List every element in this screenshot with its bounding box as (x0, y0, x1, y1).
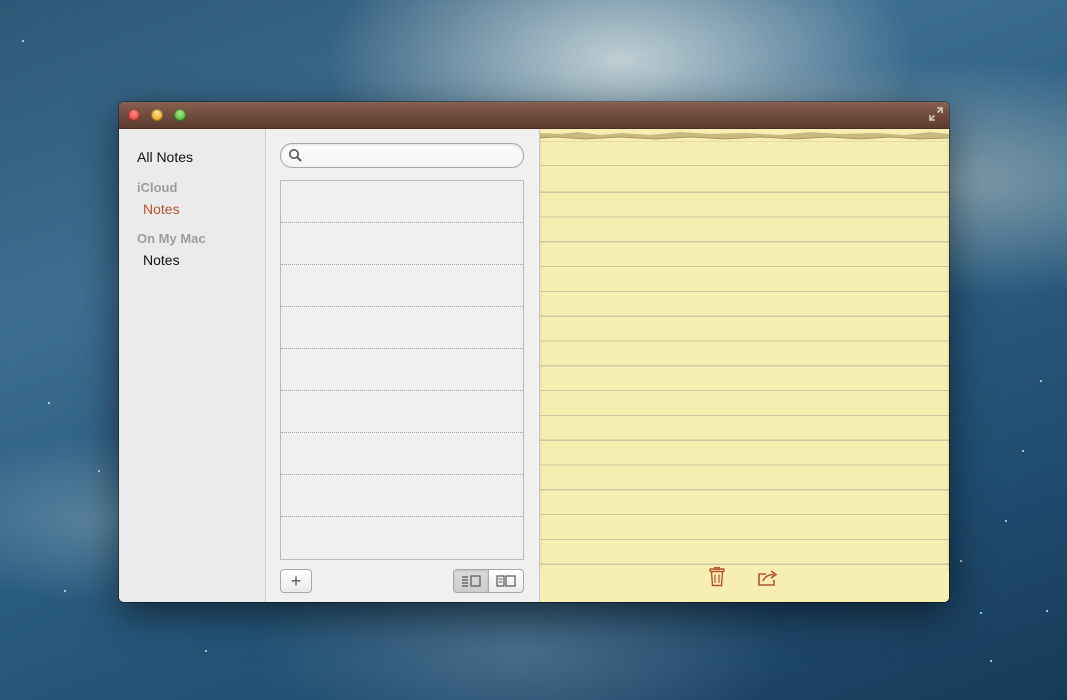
sidebar-heading-on-my-mac: On My Mac (137, 231, 206, 246)
list-view-button[interactable] (454, 570, 489, 592)
star (990, 660, 992, 662)
list-item[interactable] (281, 181, 523, 223)
sidebar-item-icloud-notes[interactable]: Notes (143, 201, 180, 217)
list-item[interactable] (281, 433, 523, 475)
list-item[interactable] (281, 265, 523, 307)
star (1046, 610, 1048, 612)
trash-icon[interactable] (708, 567, 726, 587)
search-field[interactable] (280, 143, 524, 168)
star (1040, 380, 1042, 382)
notes-window: All Notes iCloud Notes On My Mac Notes + (119, 102, 949, 602)
star (960, 560, 962, 562)
star (48, 402, 50, 404)
folders-sidebar: All Notes iCloud Notes On My Mac Notes (119, 129, 266, 602)
sidebar-heading-icloud: iCloud (137, 180, 178, 195)
list-view-icon (462, 575, 481, 587)
fullscreen-icon[interactable] (928, 106, 944, 122)
list-item[interactable] (281, 349, 523, 391)
plus-icon: + (290, 571, 302, 591)
sidebar-item-all-notes[interactable]: All Notes (137, 149, 193, 165)
column-view-button[interactable] (489, 570, 523, 592)
title-bar[interactable] (119, 102, 949, 129)
column-view-icon (496, 575, 516, 587)
minimize-button[interactable] (151, 109, 163, 121)
add-note-button[interactable]: + (280, 569, 312, 593)
star (980, 612, 982, 614)
star (1005, 520, 1007, 522)
note-editor[interactable] (540, 129, 949, 602)
search-input[interactable] (305, 146, 519, 165)
view-mode-toggle (453, 569, 524, 593)
list-item[interactable] (281, 307, 523, 349)
list-item[interactable] (281, 475, 523, 517)
list-item[interactable] (281, 391, 523, 433)
star (1022, 450, 1024, 452)
zoom-button[interactable] (174, 109, 186, 121)
notes-list-pane: + (266, 129, 540, 602)
star (98, 470, 100, 472)
notes-list[interactable] (280, 180, 524, 560)
list-item[interactable] (281, 223, 523, 265)
star (64, 590, 66, 592)
close-button[interactable] (128, 109, 140, 121)
list-item[interactable] (281, 517, 523, 558)
sidebar-item-on-my-mac-notes[interactable]: Notes (143, 252, 180, 268)
torn-paper-edge (540, 129, 949, 141)
star (22, 40, 24, 42)
star (205, 650, 207, 652)
note-toolbar (540, 570, 949, 602)
search-icon (289, 149, 302, 162)
share-icon[interactable] (757, 569, 779, 587)
